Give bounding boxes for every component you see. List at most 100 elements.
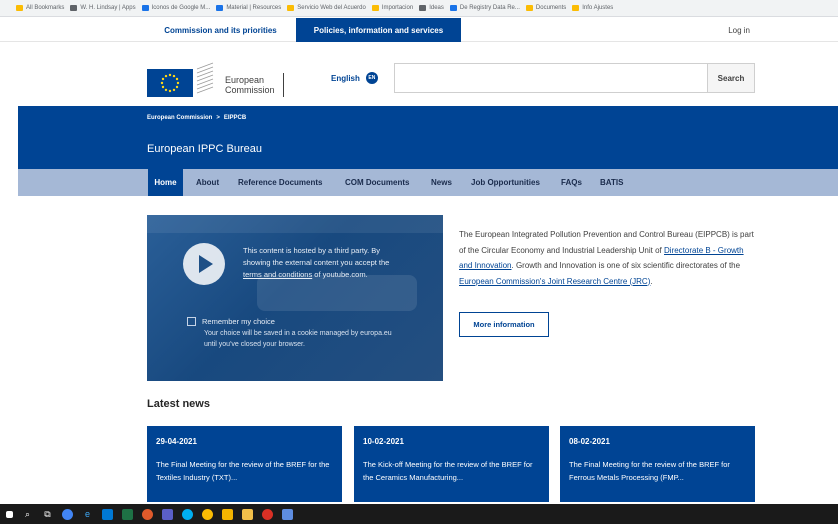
logo-line-european: European [225, 75, 265, 85]
start-icon[interactable] [6, 510, 13, 518]
nav-home[interactable]: Home [148, 169, 183, 196]
bookmark-label: De Registry Data Re... [459, 5, 520, 11]
logo-divider [283, 73, 284, 97]
bookmark-7[interactable]: De Registry Data Re... [449, 5, 520, 11]
chrome-active-icon[interactable] [202, 508, 213, 520]
play-icon[interactable] [183, 243, 225, 285]
tab-commission-priorities[interactable]: Commission and its priorities [147, 18, 294, 42]
bookmark-folder-icon [16, 5, 23, 11]
news-card[interactable]: 10-02-2021 The Kick-off Meeting for the … [354, 426, 549, 502]
intro-part2: . Growth and Innovation is one of six sc… [511, 261, 741, 270]
bookmark-label: All Bookmarks [26, 5, 65, 11]
european-commission-logo[interactable]: European Commission [147, 61, 287, 97]
jrc-link[interactable]: European Commission's Joint Research Cen… [459, 277, 650, 286]
terms-link[interactable]: terms and conditions [243, 270, 312, 279]
news-title: The Final Meeting for the review of the … [569, 460, 730, 482]
nav-job-opportunities[interactable]: Job Opportunities [471, 169, 540, 196]
tab-policies-information[interactable]: Policies, information and services [296, 18, 461, 42]
news-card[interactable]: 08-02-2021 The Final Meeting for the rev… [560, 426, 755, 502]
consent-text-after: of youtube.com. [314, 270, 368, 279]
bookmark-site-icon [419, 5, 427, 11]
site-banner: European Commission > EIPPCB European IP… [18, 106, 838, 169]
breadcrumb-european-commission[interactable]: European Commission [147, 115, 212, 121]
nav-reference-documents[interactable]: Reference Documents [238, 169, 322, 196]
bookmark-site-icon [449, 5, 457, 11]
bookmark-6[interactable]: Ideas [419, 5, 444, 11]
news-date: 08-02-2021 [569, 437, 610, 446]
bookmark-site-icon [70, 5, 78, 11]
chrome-icon[interactable] [62, 508, 73, 520]
os-taskbar: ⌕ ⧉ e [0, 504, 838, 524]
login-link[interactable]: Log in [728, 18, 750, 42]
nav-about[interactable]: About [196, 169, 219, 196]
language-selector[interactable]: English EN [331, 72, 378, 84]
logo-lines-icon [196, 62, 214, 94]
outlook-icon[interactable] [102, 508, 113, 520]
nav-batis[interactable]: BATIS [600, 169, 623, 196]
search-button[interactable]: Search [707, 63, 755, 93]
nav-faqs[interactable]: FAQs [561, 169, 582, 196]
breadcrumb-separator: > [216, 115, 220, 121]
consent-text-before: This content is hosted by a third party.… [243, 246, 390, 267]
top-navigation: Commission and its priorities Policies, … [0, 18, 838, 42]
bookmark-label: Material | Resources [226, 5, 282, 11]
remember-choice[interactable]: Remember my choice [187, 317, 275, 326]
bookmarks-bar: All Bookmarks W. H. Lindsay | Apps Icono… [0, 0, 838, 17]
nav-com-documents[interactable]: COM Documents [345, 169, 409, 196]
more-information-button[interactable]: More information [459, 312, 549, 337]
bookmark-label: Servicio Web del Acuerdo [297, 5, 366, 11]
logo-wordmark: European Commission [225, 75, 275, 95]
logo-line-commission: Commission [225, 85, 275, 95]
language-label: English [331, 73, 360, 83]
bookmark-label: W. H. Lindsay | Apps [80, 5, 136, 11]
bookmark-0[interactable]: All Bookmarks [16, 5, 64, 11]
bookmark-folder-icon [572, 5, 580, 11]
search-input[interactable] [394, 63, 707, 93]
news-date: 29-04-2021 [156, 437, 197, 446]
bookmark-1[interactable]: W. H. Lindsay | Apps [70, 5, 136, 11]
bookmark-folder-icon [525, 5, 533, 11]
nav-news[interactable]: News [431, 169, 452, 196]
news-title: The Kick-off Meeting for the review of t… [363, 460, 533, 482]
bookmark-label: Info Ajustes [582, 5, 614, 11]
bookmark-label: Documents [535, 5, 567, 11]
bookmark-5[interactable]: Importacion [371, 5, 414, 11]
app-icon[interactable] [142, 508, 153, 520]
remember-label: Remember my choice [202, 317, 275, 326]
task-view-icon[interactable]: ⧉ [42, 509, 53, 520]
bookmark-site-icon [141, 5, 149, 11]
eu-flag-icon [147, 69, 193, 97]
remember-checkbox[interactable] [187, 317, 196, 326]
video-consent-text: This content is hosted by a third party.… [243, 245, 408, 281]
terminal-icon[interactable] [222, 508, 233, 520]
intro-part3: . [650, 276, 653, 286]
edge-icon[interactable]: e [82, 509, 93, 520]
remember-note: Your choice will be saved in a cookie ma… [204, 330, 392, 348]
bookmark-2[interactable]: Iconos de Google M... [141, 5, 211, 11]
bookmark-label: Ideas [429, 5, 444, 11]
latest-news-heading: Latest news [147, 398, 210, 410]
video-embed[interactable]: This content is hosted by a third party.… [147, 215, 443, 381]
bookmark-folder-icon [287, 5, 295, 11]
news-card[interactable]: 29-04-2021 The Final Meeting for the rev… [147, 426, 342, 502]
search-icon[interactable]: ⌕ [22, 509, 33, 520]
file-explorer-icon[interactable] [242, 508, 253, 520]
language-code-badge: EN [365, 72, 378, 84]
site-title: European IPPC Bureau [147, 143, 262, 155]
news-title: The Final Meeting for the review of the … [156, 460, 330, 482]
teams-icon[interactable] [162, 508, 173, 520]
breadcrumb-eippcb: EIPPCB [223, 115, 247, 121]
app-red-icon[interactable] [262, 508, 273, 520]
skype-icon[interactable] [182, 508, 193, 520]
bookmark-8[interactable]: Documents [525, 5, 567, 11]
bookmark-4[interactable]: Servicio Web del Acuerdo [287, 5, 366, 11]
bookmark-label: Importacion [381, 5, 414, 11]
breadcrumb: European Commission > EIPPCB [147, 115, 246, 121]
video-title-strip [147, 215, 443, 233]
bookmark-9[interactable]: Info Ajustes [572, 5, 613, 11]
bookmark-label: Iconos de Google M... [151, 5, 211, 11]
bookmark-3[interactable]: Material | Resources [216, 5, 281, 11]
bookmark-site-icon [216, 5, 224, 11]
excel-icon[interactable] [122, 508, 133, 520]
app-blue-icon[interactable] [282, 508, 293, 520]
